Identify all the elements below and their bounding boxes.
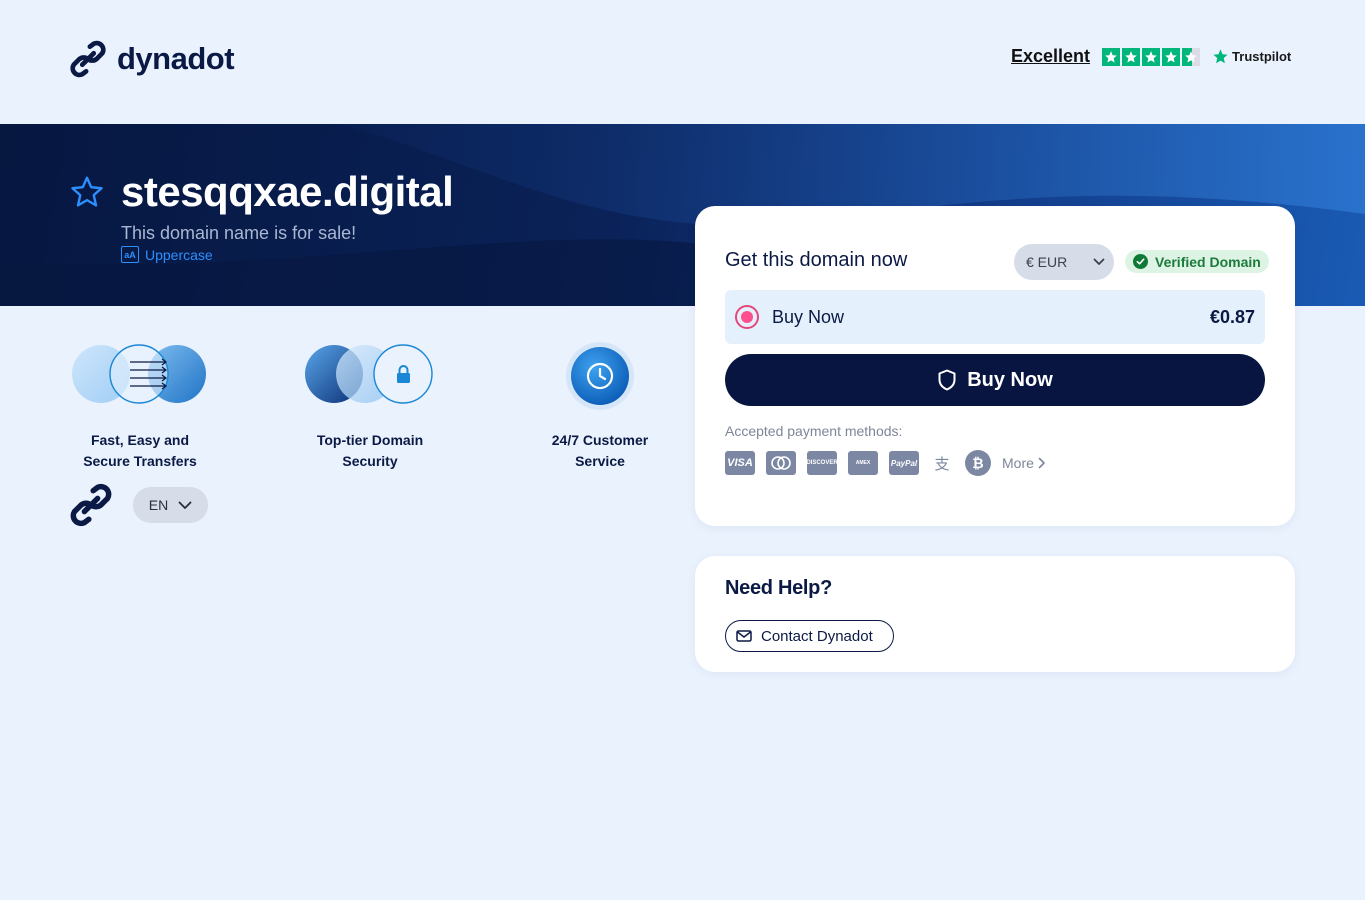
language-value: EN <box>148 497 169 513</box>
dynadot-link-logo-icon[interactable] <box>69 482 113 528</box>
chevron-down-icon <box>1093 258 1105 265</box>
feature-label-line: Security <box>342 453 398 469</box>
transfer-illustration-icon <box>50 342 230 412</box>
brand-name: dynadot <box>117 41 235 76</box>
domain-name-title: stesqqxae.digital <box>121 168 454 215</box>
currency-value: € EUR <box>1026 254 1068 270</box>
currency-select[interactable]: € EUR <box>1014 244 1114 280</box>
feature-label: Fast, Easy and Secure Transfers <box>50 430 230 472</box>
buy-now-option[interactable]: Buy Now €0.87 <box>725 290 1265 344</box>
chevron-down-icon <box>178 501 192 509</box>
mail-icon <box>736 630 752 642</box>
half-star-icon <box>1182 47 1201 66</box>
visa-icon: VISA <box>725 451 755 475</box>
help-title: Need Help? <box>725 577 833 599</box>
amex-icon: AMEX <box>848 451 878 475</box>
feature-label-line: Top-tier Domain <box>316 432 424 448</box>
star-icon <box>1102 47 1121 66</box>
domain-for-sale-subtitle: This domain name is for sale! <box>121 223 357 243</box>
contact-dynadot-button[interactable]: Contact Dynadot <box>725 620 894 652</box>
feature-security: Top-tier Domain Security <box>280 342 460 472</box>
feature-label: 24/7 Customer Service <box>510 430 690 472</box>
header: dynadot Excellent Trustpilot <box>0 0 1365 124</box>
more-payment-methods-link[interactable]: More <box>1002 455 1046 471</box>
feature-label-line: Fast, Easy and <box>90 432 190 448</box>
mastercard-icon <box>766 451 796 475</box>
buy-now-radio[interactable] <box>735 305 759 329</box>
dynadot-logo[interactable]: dynadot <box>69 40 235 78</box>
trustpilot-widget[interactable]: Excellent Trustpilot <box>1011 46 1291 67</box>
dynadot-link-logo-icon <box>70 40 106 78</box>
trustpilot-name: Trustpilot <box>1232 49 1292 64</box>
paypal-icon: PayPal <box>889 451 919 475</box>
contact-label: Contact Dynadot <box>761 627 873 645</box>
check-circle-icon <box>1133 254 1148 269</box>
feature-label-line: 24/7 Customer <box>551 432 649 448</box>
more-label: More <box>1002 455 1034 471</box>
purchase-card-title: Get this domain now <box>725 249 908 271</box>
payment-methods-row: VISA DISCOVER AMEX PayPal 支 ₿ More <box>725 450 1046 476</box>
feature-label-line: Service <box>575 453 625 469</box>
favorite-star-icon[interactable] <box>69 174 105 210</box>
feature-support: 24/7 Customer Service <box>510 342 690 472</box>
discover-icon: DISCOVER <box>806 451 838 475</box>
star-icon <box>1142 47 1161 66</box>
radio-selected-dot <box>741 311 753 323</box>
uppercase-label: Uppercase <box>145 246 213 263</box>
trustpilot-star-icon <box>1213 49 1228 64</box>
chevron-right-icon <box>1038 457 1045 469</box>
payment-methods-label: Accepted payment methods: <box>725 423 903 439</box>
star-icon <box>1162 47 1181 66</box>
verified-label: Verified Domain <box>1155 253 1261 270</box>
trustpilot-logo: Trustpilot <box>1212 48 1291 65</box>
buy-now-button[interactable]: Buy Now <box>725 354 1265 406</box>
option-label: Buy Now <box>772 306 845 327</box>
language-select[interactable]: EN <box>133 487 208 523</box>
feature-label: Top-tier Domain Security <box>280 430 460 472</box>
alipay-icon: 支 <box>934 455 950 473</box>
trustpilot-rating-label[interactable]: Excellent <box>1011 46 1090 67</box>
feature-label-line: Secure Transfers <box>83 453 197 469</box>
footer-language-row: EN <box>69 482 208 528</box>
clock-illustration-icon <box>510 342 690 412</box>
trustpilot-stars <box>1102 47 1201 66</box>
feature-transfers: Fast, Easy and Secure Transfers <box>50 342 230 472</box>
uppercase-toggle-link[interactable]: aA Uppercase <box>121 246 213 263</box>
text-case-icon: aA <box>121 246 139 263</box>
help-card: Need Help? Contact Dynadot <box>695 556 1295 672</box>
bitcoin-icon: ₿ <box>965 450 991 476</box>
purchase-card: Get this domain now € EUR Verified Domai… <box>695 206 1295 526</box>
shield-icon <box>938 369 956 391</box>
option-price: €0.87 <box>1209 306 1255 327</box>
security-illustration-icon <box>280 342 460 412</box>
buy-now-button-label: Buy Now <box>967 368 1053 391</box>
star-icon <box>1122 47 1141 66</box>
verified-domain-badge: Verified Domain <box>1125 250 1269 273</box>
